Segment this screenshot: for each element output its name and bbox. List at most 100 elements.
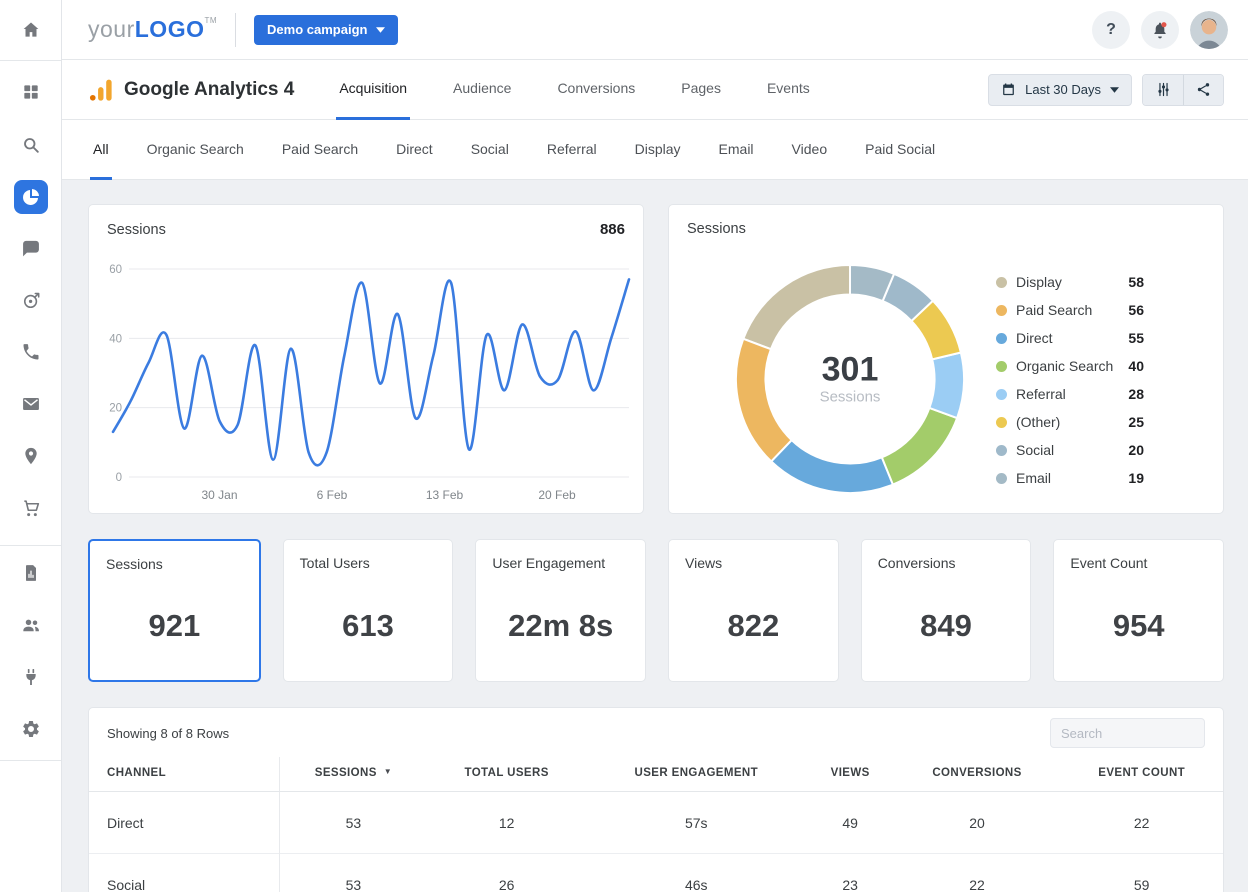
line-chart-title: Sessions [107,222,166,238]
donut-chart-header: Sessions [687,221,1205,237]
help-button[interactable]: ? [1092,10,1130,49]
metric-label: Conversions [877,555,956,571]
channel-tab-all[interactable]: All [90,120,112,180]
metric-card-user-engagement[interactable]: User Engagement 22m 8s [475,539,647,682]
legend-value: 20 [1128,442,1144,458]
table-cell: 57s [684,814,708,831]
sidebar-pie-chart-icon[interactable] [13,180,48,214]
sidebar-search-icon[interactable] [14,128,48,162]
svg-text:40: 40 [109,333,122,345]
column-header-total-users[interactable]: TOTAL USERS [427,757,586,792]
sidebar-dashboard-grid-icon[interactable] [14,75,48,109]
sidebar-ad-target-icon[interactable] [14,283,48,317]
table-search-input[interactable] [1050,718,1205,748]
sidebar-location-pin-icon[interactable] [14,439,48,473]
channel-tab-email[interactable]: Email [716,120,757,180]
filter-button[interactable] [1143,74,1183,105]
notifications-button[interactable] [1141,10,1179,49]
table-cell: 12 [498,814,515,831]
avatar-image [1190,10,1228,49]
legend-item: Email 19 [996,464,1144,492]
sort-descending-icon: ▼ [383,767,393,776]
channel-tab-paid-social[interactable]: Paid Social [862,120,938,180]
column-header-user-engagement[interactable]: USER ENGAGEMENT [585,757,807,792]
column-header-channel[interactable]: CHANNEL [89,757,280,792]
column-header-sessions[interactable]: SESSIONS ▼ [279,757,428,792]
channels-table: CHANNEL SESSIONS ▼ TOTAL USERS USER ENGAGEME… [89,757,1223,892]
table-toolbar: Showing 8 of 8 Rows [89,708,1223,757]
legend-swatch [996,360,1007,372]
chevron-down-icon [1110,86,1119,93]
metric-value: 954 [1112,608,1165,643]
sidebar-users-icon[interactable] [14,608,48,642]
donut-center-text: 301 Sessions [819,352,881,406]
sidebar-phone-icon[interactable] [14,335,48,369]
channel-tab-direct[interactable]: Direct [393,120,436,180]
channel-tab-video[interactable]: Video [789,120,831,180]
sidebar-divider [0,60,61,61]
donut-total-label: Sessions [819,388,881,406]
legend-label: Referral [1016,386,1066,402]
table-row[interactable]: Direct 53 12 57s 49 20 22 [89,791,1223,854]
channel-filter-tabs: All Organic Search Paid Search Direct Social… [62,120,1248,180]
svg-text:60: 60 [109,264,122,276]
sidebar-cart-icon[interactable] [14,491,48,525]
channel-tab-paid-search[interactable]: Paid Search [279,120,361,180]
campaign-selector-button[interactable]: Demo campaign [254,14,399,45]
legend-value: 19 [1128,470,1144,486]
table-cell: Social [89,853,280,892]
tab-conversions[interactable]: Conversions [554,60,638,120]
metric-label: Total Users [299,555,370,571]
tab-pages[interactable]: Pages [678,60,724,120]
divider [235,12,237,47]
google-analytics-icon [89,79,112,101]
column-header-event-count[interactable]: EVENT COUNT [1060,757,1223,792]
legend-label: Organic Search [1016,358,1114,374]
legend-item: Paid Search 56 [996,296,1144,324]
metric-label: Views [685,555,723,571]
metric-card-event-count[interactable]: Event Count 954 [1053,539,1225,682]
legend-swatch [996,388,1007,400]
sidebar-gear-icon[interactable] [14,712,48,746]
metric-card-views[interactable]: Views 822 [668,539,839,682]
tab-events[interactable]: Events [764,60,813,120]
table-cell: 59 [1060,853,1223,892]
sessions-line-chart-card: Sessions 886 0 20 40 60 30 Jan 6 Feb 13 Feb 20 … [88,204,644,514]
sidebar-report-file-icon[interactable] [14,556,48,590]
toolbar-button-group [1142,73,1224,106]
svg-text:30 Jan: 30 Jan [201,488,237,502]
sidebar-mail-icon[interactable] [14,387,48,421]
channels-table-card: Showing 8 of 8 Rows CHANNELSESSIONS▼TOTA… [88,707,1224,892]
legend-label: (Other) [1016,414,1061,430]
metric-card-sessions[interactable]: Sessions 921 [88,539,261,682]
metric-value: 849 [920,608,972,643]
app-logo: yourLOGOTM [88,16,217,43]
channel-tab-organic-search[interactable]: Organic Search [144,120,247,180]
report-toolbar: Last 30 Days [988,73,1224,106]
column-header-conversions[interactable]: CONVERSIONS [893,757,1061,792]
share-button[interactable] [1183,74,1223,105]
metric-label: Event Count [1070,555,1148,571]
tab-audience[interactable]: Audience [450,60,514,120]
table-row[interactable]: Social 53 26 46s 23 22 59 [89,853,1223,892]
table-cell: 53 [345,814,362,831]
table-cell: 46s [585,853,807,892]
sidebar-chat-bubble-icon[interactable] [14,231,48,265]
legend-label: Social [1016,442,1055,458]
user-avatar[interactable] [1190,10,1228,49]
column-header-views[interactable]: VIEWS [806,757,894,792]
metric-label: Sessions [106,556,163,572]
metric-card-total-users[interactable]: Total Users 613 [282,539,454,682]
channel-tab-display[interactable]: Display [632,120,684,180]
sidebar-home-icon[interactable] [14,13,48,47]
channel-tab-referral[interactable]: Referral [544,120,600,180]
svg-text:13 Feb: 13 Feb [426,488,464,502]
logo-brand: LOGO [134,16,205,42]
sidebar [0,0,62,892]
donut-segment-paid-search [735,337,794,463]
tab-acquisition[interactable]: Acquisition [336,60,411,120]
sidebar-plug-icon[interactable] [14,660,48,694]
channel-tab-social[interactable]: Social [468,120,512,180]
date-range-button[interactable]: Last 30 Days [988,73,1132,106]
metric-card-conversions[interactable]: Conversions 849 [860,539,1032,682]
